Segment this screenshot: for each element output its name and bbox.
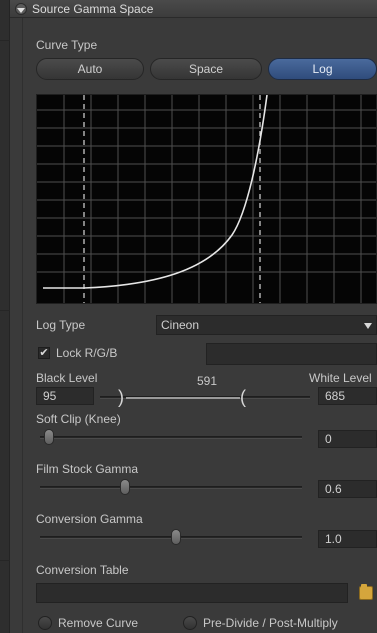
soft-clip-label: Soft Clip (Knee) xyxy=(36,412,121,426)
black-level-input[interactable]: 95 xyxy=(36,387,94,405)
lock-rgb-blank-field xyxy=(206,343,377,365)
remove-curve-label: Remove Curve xyxy=(58,616,139,630)
log-type-dropdown[interactable]: Cineon xyxy=(156,315,377,335)
white-level-label: White Level xyxy=(309,371,372,385)
film-stock-gamma-knob[interactable] xyxy=(120,479,130,495)
section-header[interactable]: Source Gamma Space xyxy=(10,0,377,18)
inner-divider xyxy=(22,18,23,633)
white-level-input[interactable]: 685 xyxy=(318,387,377,405)
panel-left-strip xyxy=(0,0,10,633)
conversion-table-path-input[interactable] xyxy=(36,583,348,603)
curve-graph[interactable] xyxy=(36,94,377,304)
soft-clip-track[interactable] xyxy=(40,436,302,439)
film-stock-gamma-label: Film Stock Gamma xyxy=(36,462,139,476)
curve-type-space-button[interactable]: Space xyxy=(150,58,262,80)
pre-divide-label: Pre-Divide / Post-Multiply xyxy=(203,616,338,630)
chevron-down-icon xyxy=(364,323,372,329)
curve-type-auto-button[interactable]: Auto xyxy=(36,58,144,80)
lock-rgb-checkbox[interactable]: ✔ xyxy=(38,347,50,359)
black-level-handle[interactable]: ) xyxy=(118,388,124,406)
range-readout: 591 xyxy=(197,374,218,388)
level-range-fill xyxy=(126,397,240,399)
section-title: Source Gamma Space xyxy=(32,2,154,16)
white-level-handle[interactable]: ( xyxy=(240,388,246,406)
curve-type-log-button[interactable]: Log xyxy=(268,58,377,80)
curve-graph-svg xyxy=(37,94,376,303)
conversion-gamma-input[interactable]: 1.0 xyxy=(318,530,377,548)
remove-curve-checkbox[interactable] xyxy=(38,616,52,630)
film-stock-gamma-input[interactable]: 0.6 xyxy=(318,480,377,498)
pre-divide-checkbox[interactable] xyxy=(183,616,197,630)
folder-browse-icon[interactable] xyxy=(359,584,373,600)
curve-type-label: Curve Type xyxy=(36,38,98,52)
soft-clip-input[interactable]: 0 xyxy=(318,430,377,448)
film-stock-gamma-track[interactable] xyxy=(40,486,302,489)
lock-rgb-label: Lock R/G/B xyxy=(56,346,118,360)
log-type-label: Log Type xyxy=(36,318,86,332)
collapse-arrow-icon[interactable] xyxy=(15,3,27,15)
conversion-table-label: Conversion Table xyxy=(36,563,129,577)
conversion-gamma-knob[interactable] xyxy=(171,529,181,545)
conversion-gamma-label: Conversion Gamma xyxy=(36,512,143,526)
soft-clip-knob[interactable] xyxy=(44,429,54,445)
black-level-label: Black Level xyxy=(36,371,98,385)
log-type-value: Cineon xyxy=(161,318,200,332)
